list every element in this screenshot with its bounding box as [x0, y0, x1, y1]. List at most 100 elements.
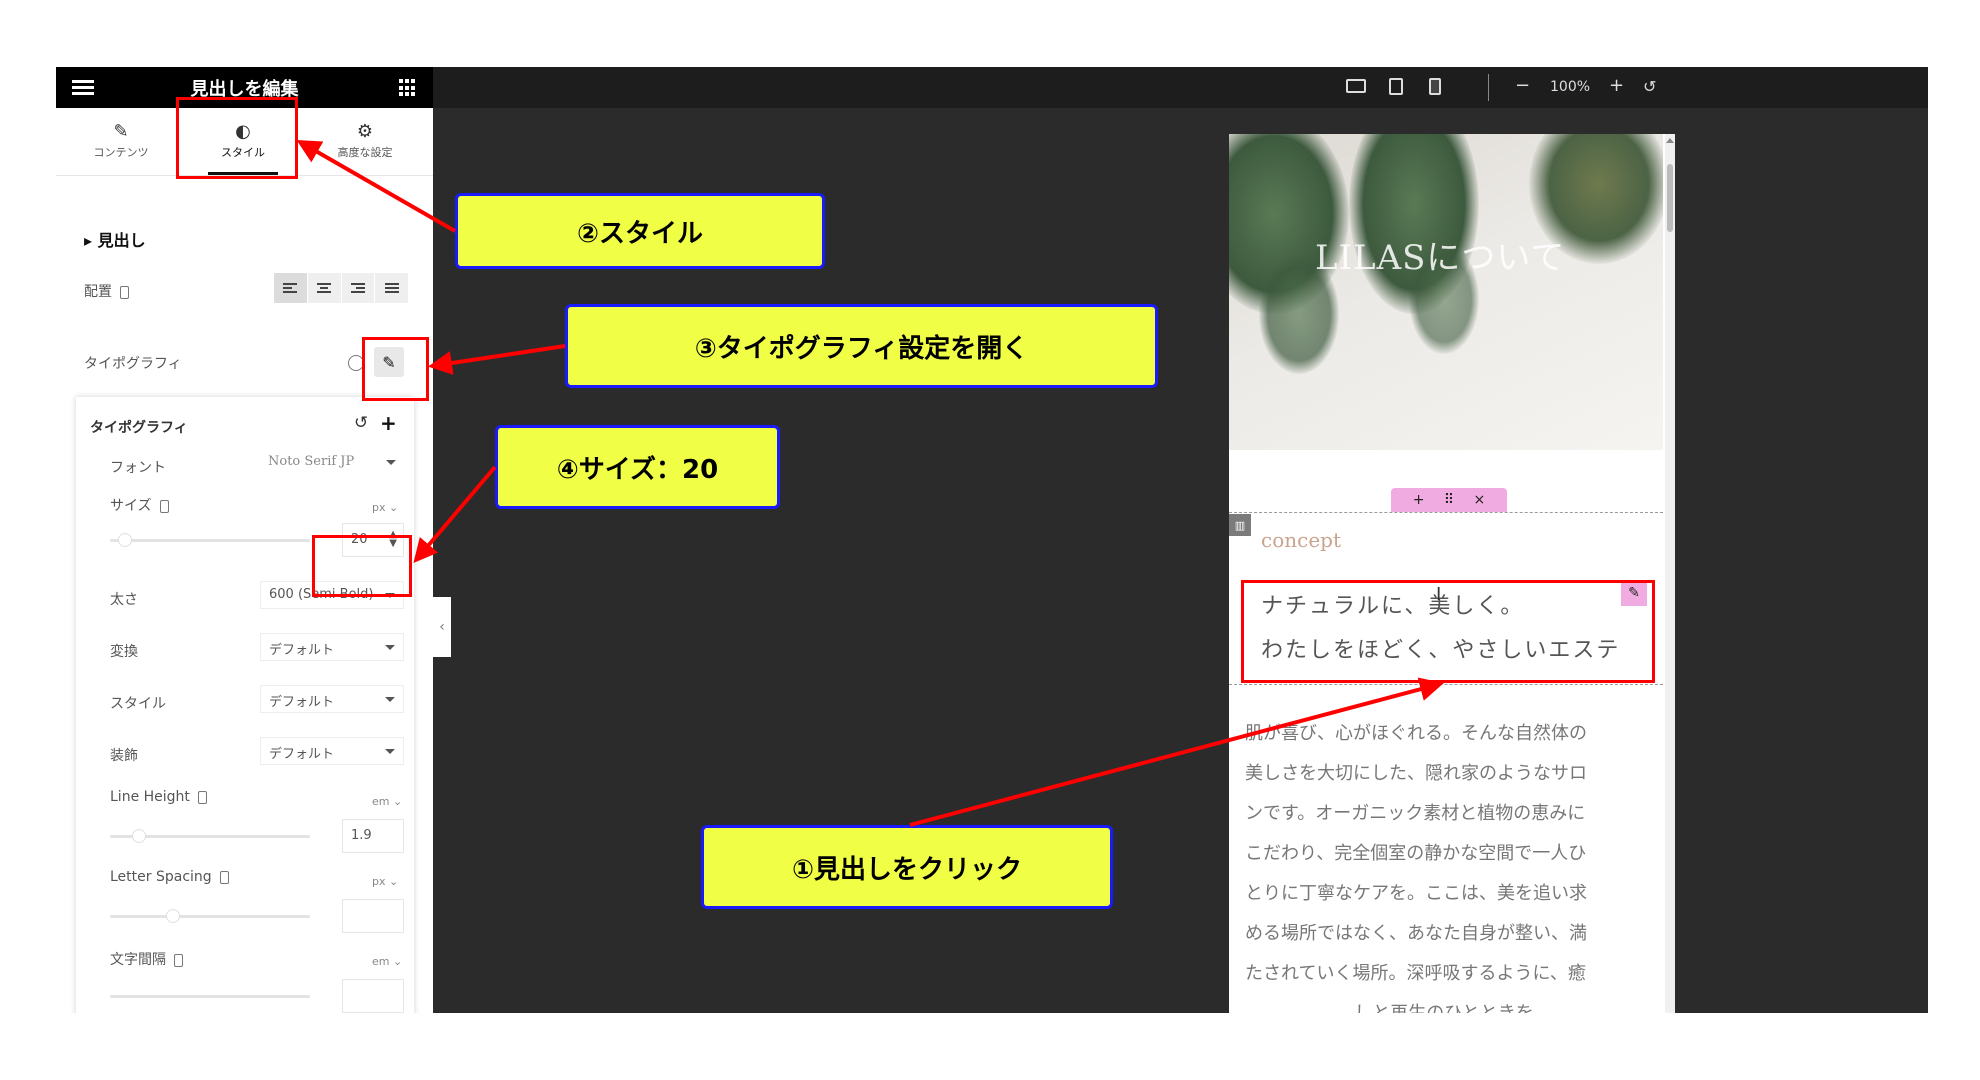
body-line: しと再生のひとときを。: [1245, 994, 1661, 1013]
align-center-icon: [317, 281, 332, 295]
body-line: 肌が喜び、心がほぐれる。そんな自然体の: [1245, 723, 1587, 744]
column-handle-icon[interactable]: ▥: [1229, 514, 1251, 536]
scroll-up-icon[interactable]: [1666, 138, 1674, 143]
font-select[interactable]: Noto Serif JP: [260, 449, 404, 477]
word-spacing-input[interactable]: [342, 979, 404, 1013]
size-unit: px: [372, 501, 386, 514]
decoration-label: 装飾: [110, 748, 138, 764]
chevron-down-icon: [385, 645, 395, 650]
zoom-in-button[interactable]: +: [1609, 75, 1624, 96]
widgets-grid-icon[interactable]: [399, 79, 417, 97]
mobile-device-icon[interactable]: [159, 499, 169, 513]
reset-zoom-icon[interactable]: ↺: [1643, 77, 1656, 96]
tab-advanced-label: 高度な設定: [337, 146, 393, 159]
mobile-view-icon[interactable]: [1429, 78, 1441, 95]
body-line: たされていく場所。深呼吸するように、癒: [1245, 963, 1586, 984]
letter-spacing-unit: px: [372, 875, 386, 888]
decoration-select[interactable]: デフォルト: [260, 737, 404, 765]
align-right-button[interactable]: [341, 273, 376, 303]
desktop-view-icon[interactable]: [1346, 79, 1366, 93]
line-height-value: 1.9: [351, 828, 372, 843]
transform-label: 変換: [110, 644, 138, 660]
typography-label: タイポグラフィ: [84, 356, 182, 372]
transform-value: デフォルト: [269, 643, 335, 658]
align-left-icon: [283, 281, 298, 295]
tab-content[interactable]: ✎ コンテンツ: [66, 120, 176, 160]
mobile-device-icon[interactable]: [120, 285, 129, 299]
line-height-label-text: Line Height: [110, 789, 190, 805]
align-right-icon: [350, 281, 365, 295]
word-spacing-slider[interactable]: [110, 995, 310, 998]
preview-toolbar: − 100% + ↺: [433, 67, 1928, 108]
move-handle-icon[interactable]: ⠿: [1444, 492, 1454, 508]
body-line: こだわり、完全個室の静かな空間で一人ひ: [1245, 843, 1587, 864]
callout-step1: ①見出しをクリック: [701, 825, 1113, 909]
concept-subheading[interactable]: concept: [1261, 528, 1341, 552]
style-label: スタイル: [110, 696, 166, 712]
delete-section-button[interactable]: ×: [1474, 492, 1486, 508]
preview-scrollbar[interactable]: [1665, 134, 1675, 1013]
toolbar-divider: [1488, 74, 1489, 101]
callout-step2: ②スタイル: [455, 193, 825, 269]
section-outline: [1229, 512, 1663, 513]
hero-image[interactable]: LILASについて: [1229, 134, 1663, 450]
scrollbar-thumb[interactable]: [1667, 164, 1673, 232]
line-height-input[interactable]: 1.9: [342, 819, 404, 853]
size-unit-select[interactable]: px ⌄: [372, 501, 398, 514]
add-icon[interactable]: +: [380, 411, 397, 435]
transform-select[interactable]: デフォルト: [260, 633, 404, 661]
line-height-slider-knob[interactable]: [132, 829, 146, 843]
collapse-panel-button[interactable]: ‹: [433, 597, 451, 657]
letter-spacing-slider[interactable]: [110, 909, 310, 923]
align-center-button[interactable]: [307, 273, 342, 303]
callout-step4: ④サイズ：20: [495, 425, 780, 509]
size-slider-knob[interactable]: [118, 533, 132, 547]
callout-step3: ③タイポグラフィ設定を開く: [565, 304, 1158, 388]
body-line: める場所ではなく、あなた自身が整い、満: [1245, 923, 1587, 944]
word-spacing-label: 文字間隔: [110, 949, 183, 969]
body-paragraph[interactable]: 肌が喜び、心がほぐれる。そんな自然体の 美しさを大切にした、隠れ家のようなサロ …: [1245, 714, 1661, 1013]
gear-icon: ⚙: [356, 121, 374, 142]
letter-spacing-input[interactable]: [342, 899, 404, 933]
tablet-view-icon[interactable]: [1389, 78, 1403, 95]
body-line: 美しさを大切にした、隠れ家のようなサロ: [1245, 763, 1587, 784]
add-section-button[interactable]: +: [1413, 492, 1425, 508]
letter-spacing-unit-select[interactable]: px ⌄: [372, 875, 398, 888]
word-spacing-unit-select[interactable]: em ⌄: [372, 955, 402, 968]
letter-spacing-label: Letter Spacing: [110, 869, 229, 885]
style-value: デフォルト: [269, 695, 335, 710]
align-left-button[interactable]: [274, 273, 308, 303]
chevron-left-icon: ‹: [439, 619, 445, 635]
pencil-icon: ✎: [113, 121, 129, 142]
font-value: Noto Serif JP: [268, 454, 355, 469]
size-label: サイズ: [110, 495, 169, 515]
size-slider[interactable]: [110, 533, 310, 547]
font-label: フォント: [110, 460, 166, 476]
weight-label: 太さ: [110, 592, 138, 608]
hero-title: LILASについて: [1315, 238, 1566, 278]
mobile-device-icon[interactable]: [197, 790, 207, 804]
mobile-device-icon[interactable]: [219, 870, 229, 884]
section-heading-toggle[interactable]: ▸ 見出し: [84, 227, 146, 251]
line-height-unit-select[interactable]: em ⌄: [372, 795, 402, 808]
body-line: とりに丁寧なケアを。ここは、美を追い求: [1245, 883, 1587, 904]
style-select[interactable]: デフォルト: [260, 685, 404, 713]
align-justify-button[interactable]: [375, 273, 409, 303]
word-spacing-label-text: 文字間隔: [110, 952, 166, 968]
chevron-down-icon: [385, 749, 395, 754]
reset-icon[interactable]: ↺: [354, 413, 368, 433]
typography-popover: タイポグラフィ ↺ + フォント Noto Serif JP サイズ px ⌄ …: [76, 397, 414, 1013]
zoom-out-button[interactable]: −: [1515, 75, 1530, 96]
screenshot-stage: 見出しを編集 ✎ コンテンツ ◐ スタイル ⚙ 高度な設定 ▸ 見出し 配置 タ…: [0, 0, 1980, 1080]
mobile-device-icon[interactable]: [174, 953, 183, 967]
line-height-unit: em: [372, 795, 390, 808]
tab-advanced[interactable]: ⚙ 高度な設定: [310, 120, 420, 160]
letter-spacing-slider-knob[interactable]: [166, 909, 180, 923]
line-height-slider[interactable]: [110, 829, 310, 843]
chevron-down-icon: [385, 697, 395, 702]
chevron-down-icon: [386, 460, 396, 465]
alignment-label-text: 配置: [84, 284, 112, 300]
letter-spacing-label-text: Letter Spacing: [110, 869, 212, 885]
mobile-preview: LILASについて + ⠿ × ▥ concept ナチュラルに、美しく。 わた…: [1229, 134, 1675, 1013]
body-line: ンです。オーガニック素材と植物の恵みに: [1245, 803, 1586, 824]
